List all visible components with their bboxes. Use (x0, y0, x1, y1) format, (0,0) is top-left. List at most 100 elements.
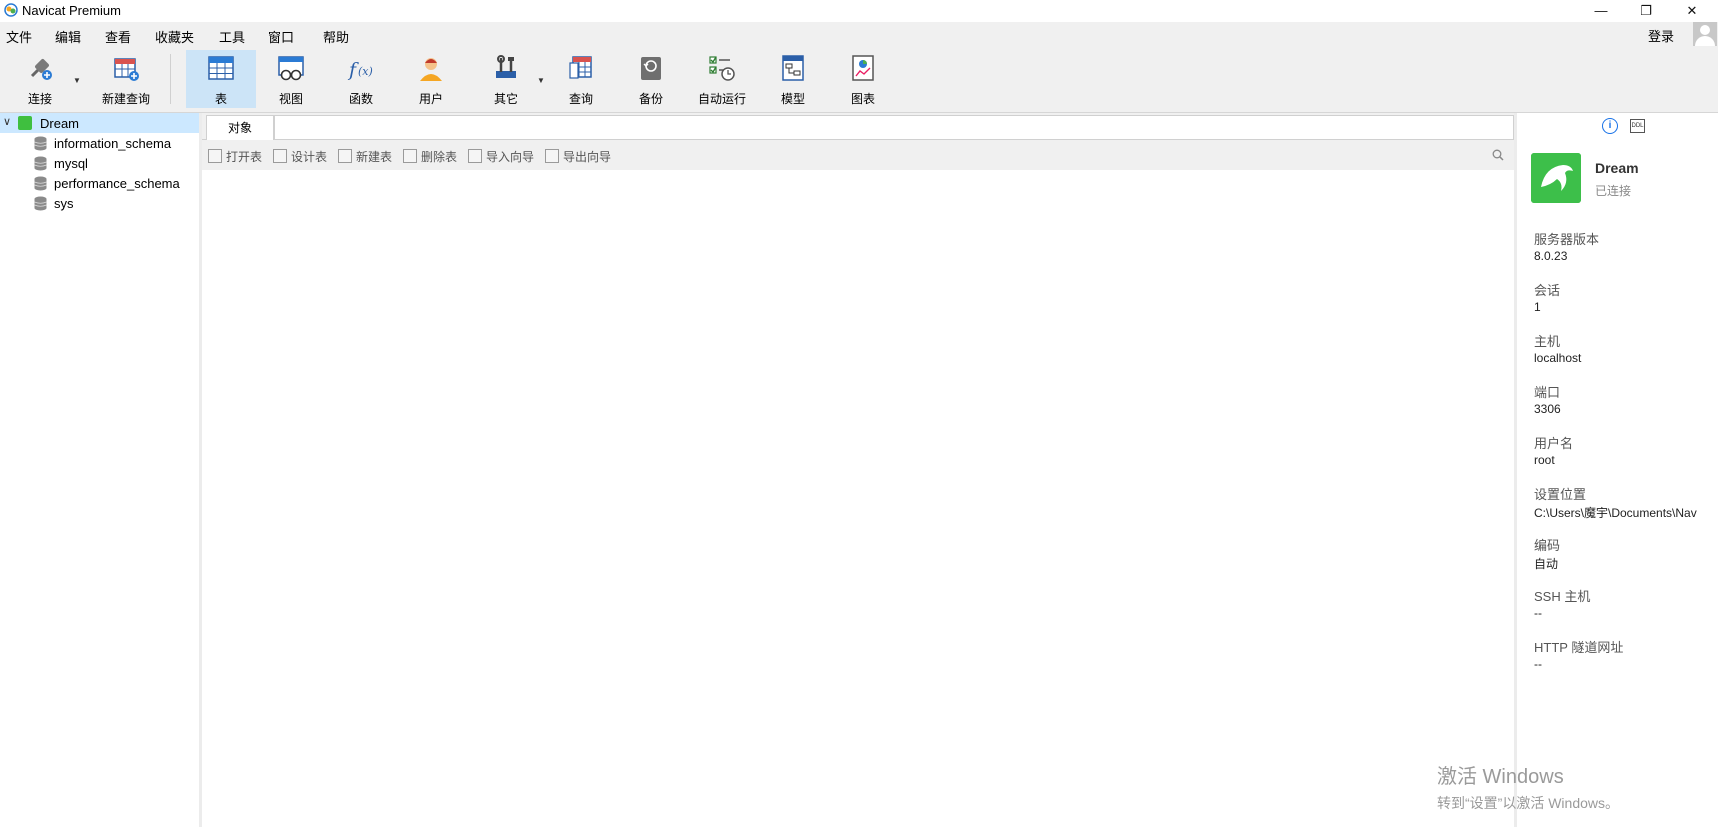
design-table-label: 设计表 (291, 150, 328, 164)
close-button[interactable]: ✕ (1669, 0, 1715, 22)
menu-view[interactable]: 查看 (105, 27, 131, 46)
login-link[interactable]: 登录 (1648, 26, 1674, 45)
new-table-button[interactable]: 新建表 (338, 148, 392, 165)
toolbar-others[interactable]: 其它 (471, 50, 541, 108)
navicat-logo-icon (4, 3, 18, 17)
menu-file[interactable]: 文件 (6, 27, 32, 46)
connect-icon (30, 59, 52, 80)
database-icon (34, 136, 47, 151)
prop-value: root (1534, 453, 1555, 467)
toolbar-connect[interactable]: 连接 (12, 50, 68, 108)
import-wizard-icon (468, 149, 482, 163)
toolbar-table-label: 表 (214, 92, 227, 106)
activation-watermark: 激活 Windows 转到“设置”以激活 Windows。 (1437, 760, 1619, 813)
tree-db-performance-schema[interactable]: performance_schema (0, 173, 199, 193)
tab-objects[interactable]: 对象 (206, 115, 274, 140)
open-table-button[interactable]: 打开表 (208, 148, 262, 165)
prop-value: -- (1534, 606, 1542, 620)
toolbar-new-query[interactable]: 新建查询 (88, 50, 164, 108)
database-icon (34, 176, 47, 191)
tree-db-label: mysql (54, 156, 88, 171)
menu-favorites[interactable]: 收藏夹 (155, 27, 194, 46)
main-toolbar: 连接 ▼ 新建查询 表 视图 f (x) 函数 用户 其它 ▼ 查询 备份 自动… (0, 46, 1718, 113)
restore-button[interactable]: ❐ (1623, 0, 1669, 22)
toolbar-automation-label: 自动运行 (697, 92, 746, 106)
object-pane: 对象 打开表 设计表 新建表 删除表 导入向导 导出向导 (202, 113, 1514, 827)
design-table-button[interactable]: 设计表 (273, 148, 327, 165)
minimize-button[interactable]: — (1578, 0, 1624, 22)
tree-db-mysql[interactable]: mysql (0, 153, 199, 173)
delete-table-label: 删除表 (421, 150, 458, 164)
user-icon (420, 58, 442, 81)
others-icon (496, 55, 516, 78)
delete-table-icon (403, 149, 417, 163)
toolbar-user[interactable]: 用户 (396, 50, 466, 108)
prop-label: 编码 (1534, 538, 1561, 553)
toolbar-connect-label: 连接 (27, 92, 52, 106)
tab-strip: 对象 (202, 113, 1514, 140)
prop-label: 设置位置 (1534, 487, 1587, 502)
info-icon[interactable]: i (1602, 118, 1618, 134)
prop-label: 端口 (1534, 385, 1561, 400)
toolbar-query-label: 查询 (568, 92, 593, 106)
others-dropdown-icon[interactable]: ▼ (537, 76, 545, 85)
menu-bar: 文件 编辑 查看 收藏夹 工具 窗口 帮助 登录 (0, 22, 1718, 46)
database-icon (34, 196, 47, 211)
prop-value: 1 (1534, 300, 1541, 314)
toolbar-query[interactable]: 查询 (546, 50, 616, 108)
connection-tree: ∨ Dream information_schema mysql perform… (0, 113, 202, 827)
model-icon (782, 55, 804, 81)
tree-db-information-schema[interactable]: information_schema (0, 133, 199, 153)
new-query-icon (114, 58, 139, 81)
toolbar-chart-label: 图表 (850, 92, 875, 106)
prop-label: 会话 (1534, 283, 1561, 298)
toolbar-view[interactable]: 视图 (256, 50, 326, 108)
toolbar-user-label: 用户 (418, 92, 443, 106)
chart-icon (852, 55, 874, 81)
menu-tools[interactable]: 工具 (219, 27, 245, 46)
object-list-area[interactable] (202, 170, 1514, 827)
connect-dropdown-icon[interactable]: ▼ (73, 76, 81, 85)
open-table-icon (208, 149, 222, 163)
tree-connection-dream[interactable]: ∨ Dream (0, 113, 199, 133)
query-icon (569, 56, 592, 79)
ddl-icon[interactable]: DDL (1630, 119, 1645, 133)
design-table-icon (273, 149, 287, 163)
search-icon[interactable] (1492, 149, 1504, 161)
info-connection-status: 已连接 (1595, 184, 1632, 198)
database-icon (34, 156, 47, 171)
toolbar-backup[interactable]: 备份 (616, 50, 686, 108)
tree-db-sys[interactable]: sys (0, 193, 199, 213)
prop-label: SSH 主机 (1534, 589, 1591, 604)
window-title: Navicat Premium (22, 3, 121, 18)
toolbar-chart[interactable]: 图表 (828, 50, 898, 108)
prop-label: 用户名 (1534, 436, 1574, 451)
toolbar-model[interactable]: 模型 (758, 50, 828, 108)
toolbar-view-label: 视图 (278, 92, 303, 106)
chevron-down-icon[interactable]: ∨ (3, 115, 11, 128)
tree-connection-label: Dream (40, 116, 80, 131)
menu-edit[interactable]: 编辑 (55, 27, 81, 46)
menu-help[interactable]: 帮助 (323, 27, 349, 46)
backup-icon (641, 57, 661, 80)
new-table-label: 新建表 (356, 150, 393, 164)
toolbar-table[interactable]: 表 (186, 50, 256, 108)
prop-label: HTTP 隧道网址 (1534, 640, 1624, 655)
svg-text:(x): (x) (358, 65, 373, 78)
tab-strip-blank (274, 115, 1514, 139)
toolbar-automation[interactable]: 自动运行 (686, 50, 758, 108)
prop-value: C:\Users\魔宇\Documents\Nav (1534, 506, 1697, 520)
avatar-icon[interactable] (1693, 22, 1717, 46)
prop-value: -- (1534, 657, 1542, 671)
toolbar-backup-label: 备份 (638, 92, 663, 106)
menu-window[interactable]: 窗口 (268, 27, 294, 46)
table-icon (208, 56, 234, 80)
import-wizard-button[interactable]: 导入向导 (468, 148, 534, 165)
export-wizard-button[interactable]: 导出向导 (545, 148, 611, 165)
info-connection-name: Dream (1595, 160, 1639, 176)
toolbar-model-label: 模型 (780, 92, 805, 106)
toolbar-function[interactable]: f (x) 函数 (326, 50, 396, 108)
watermark-title: 激活 Windows (1437, 766, 1564, 788)
delete-table-button[interactable]: 删除表 (403, 148, 457, 165)
prop-value: localhost (1534, 351, 1582, 365)
